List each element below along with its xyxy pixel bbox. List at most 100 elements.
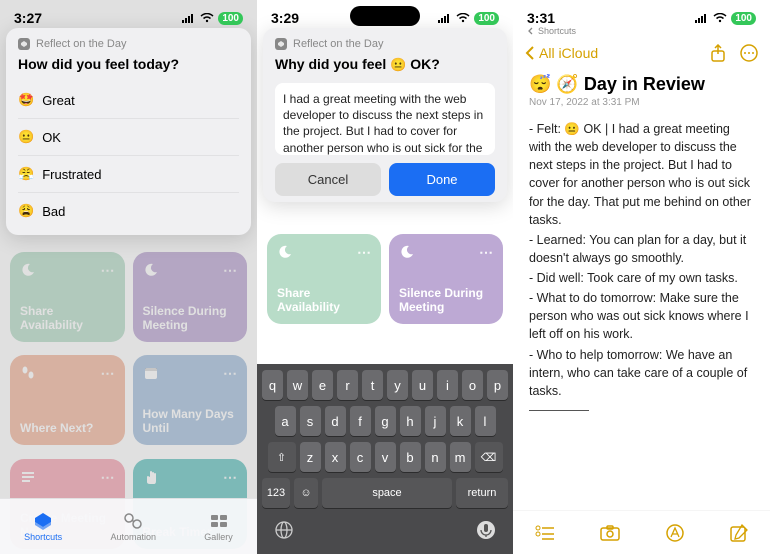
key-z[interactable]: z	[300, 442, 321, 472]
option-emoji: 😐	[18, 129, 34, 145]
note-body[interactable]: 😴 🧭 Day in Review Nov 17, 2022 at 3:31 P…	[513, 70, 770, 411]
shortcut-tile[interactable]: ⋯Share Availability	[267, 234, 381, 324]
phone-screen-3: 3:31 100 Shortcuts All iCloud 😴 🧭 Day in…	[513, 0, 770, 554]
option-label: Bad	[42, 204, 65, 219]
key-space[interactable]: space	[322, 478, 452, 508]
key-backspace[interactable]: ⌫	[475, 442, 503, 472]
key-t[interactable]: t	[362, 370, 383, 400]
share-icon[interactable]	[710, 44, 726, 62]
key-h[interactable]: h	[400, 406, 421, 436]
key-c[interactable]: c	[350, 442, 371, 472]
status-bar: 3:27 100	[0, 0, 257, 28]
key-m[interactable]: m	[450, 442, 471, 472]
response-input[interactable]: I had a great meeting with the web devel…	[275, 83, 495, 155]
note-title: 😴 🧭 Day in Review	[529, 74, 754, 95]
key-q[interactable]: q	[262, 370, 283, 400]
key-a[interactable]: a	[275, 406, 296, 436]
feeling-option[interactable]: 😤 Frustrated	[18, 155, 239, 192]
battery-icon: 100	[474, 12, 499, 25]
tab-shortcuts[interactable]: Shortcuts	[24, 512, 62, 542]
key-b[interactable]: b	[400, 442, 421, 472]
prompt-sheet: Reflect on the Day Why did you feel 😐 OK…	[263, 28, 507, 202]
key-f[interactable]: f	[350, 406, 371, 436]
key-return[interactable]: return	[456, 478, 508, 508]
key-j[interactable]: j	[425, 406, 446, 436]
note-line: - Who to help tomorrow: We have an inter…	[529, 346, 754, 400]
key-u[interactable]: u	[412, 370, 433, 400]
wifi-icon	[200, 13, 214, 23]
note-line: - Felt: 😐 OK | I had a great meeting wit…	[529, 120, 754, 229]
note-line: - Learned: You can plan for a day, but i…	[529, 231, 754, 267]
sheet-question: How did you feel today?	[18, 56, 239, 72]
key-l[interactable]: l	[475, 406, 496, 436]
checklist-icon[interactable]	[535, 525, 555, 541]
key-i[interactable]: i	[437, 370, 458, 400]
cancel-button[interactable]: Cancel	[275, 163, 381, 196]
tab-label: Automation	[110, 532, 156, 542]
globe-icon[interactable]	[274, 520, 294, 540]
tab-icon	[209, 512, 229, 530]
key-123[interactable]: 123	[262, 478, 290, 508]
moon-icon	[277, 244, 293, 260]
tab-icon	[33, 512, 53, 530]
key-w[interactable]: w	[287, 370, 308, 400]
feeling-option[interactable]: 🤩Great	[18, 82, 239, 118]
option-emoji: 😤	[18, 166, 34, 182]
notes-toolbar	[513, 510, 770, 554]
key-g[interactable]: g	[375, 406, 396, 436]
sheet-app-name: Reflect on the Day	[36, 38, 127, 50]
key-emoji[interactable]: ☺	[294, 478, 318, 508]
note-line: - What to do tomorrow: Make sure the per…	[529, 289, 754, 343]
tab-automation[interactable]: Automation	[110, 512, 156, 542]
tile-label: Silence During Meeting	[399, 286, 493, 314]
tab-label: Gallery	[204, 532, 233, 542]
key-d[interactable]: d	[325, 406, 346, 436]
option-label: OK	[42, 130, 61, 145]
tile-more-icon[interactable]: ⋯	[479, 244, 493, 261]
done-button[interactable]: Done	[389, 163, 495, 196]
key-shift[interactable]: ⇧	[268, 442, 296, 472]
feeling-option[interactable]: 😐 OK	[18, 118, 239, 155]
phone-screen-1: ⋯Share Availability⋯Silence During Meeti…	[0, 0, 257, 554]
shortcut-icon	[18, 38, 30, 50]
key-k[interactable]: k	[450, 406, 471, 436]
prompt-sheet: Reflect on the Day How did you feel toda…	[6, 28, 251, 235]
tab-label: Shortcuts	[24, 532, 62, 542]
status-time: 3:29	[271, 10, 299, 26]
mic-icon[interactable]	[476, 520, 496, 540]
status-bar: 3:31 100	[513, 0, 770, 26]
markup-icon[interactable]	[665, 523, 685, 543]
signal-icon	[182, 13, 196, 23]
dynamic-island	[350, 6, 420, 26]
tab-gallery[interactable]: Gallery	[204, 512, 233, 542]
key-x[interactable]: x	[325, 442, 346, 472]
battery-icon: 100	[218, 12, 243, 25]
tile-more-icon[interactable]: ⋯	[357, 244, 371, 261]
compose-icon[interactable]	[730, 524, 748, 542]
keyboard: qwertyuiop asdfghjkl ⇧zxcvbnm⌫ 123 ☺ spa…	[257, 364, 513, 554]
status-bar: 3:29 100	[257, 0, 513, 28]
signal-icon	[438, 13, 452, 23]
camera-icon[interactable]	[600, 525, 620, 541]
breadcrumb[interactable]: Shortcuts	[513, 26, 770, 40]
key-s[interactable]: s	[300, 406, 321, 436]
key-o[interactable]: o	[462, 370, 483, 400]
back-button[interactable]: All iCloud	[525, 45, 598, 61]
wifi-icon	[713, 13, 727, 23]
more-icon[interactable]	[740, 44, 758, 62]
battery-icon: 100	[731, 12, 756, 25]
key-r[interactable]: r	[337, 370, 358, 400]
key-e[interactable]: e	[312, 370, 333, 400]
feeling-option[interactable]: 😩Bad	[18, 192, 239, 229]
status-time: 3:27	[14, 10, 42, 26]
signal-icon	[695, 13, 709, 23]
key-p[interactable]: p	[487, 370, 508, 400]
key-n[interactable]: n	[425, 442, 446, 472]
shortcut-tile[interactable]: ⋯ Silence During Meeting	[389, 234, 503, 324]
wifi-icon	[456, 13, 470, 23]
key-y[interactable]: y	[387, 370, 408, 400]
option-label: Frustrated	[42, 167, 101, 182]
key-v[interactable]: v	[375, 442, 396, 472]
tab-bar: Shortcuts Automation Gallery	[0, 498, 257, 554]
phone-screen-2: ⋯Share Availability⋯Silence During Meeti…	[257, 0, 513, 554]
